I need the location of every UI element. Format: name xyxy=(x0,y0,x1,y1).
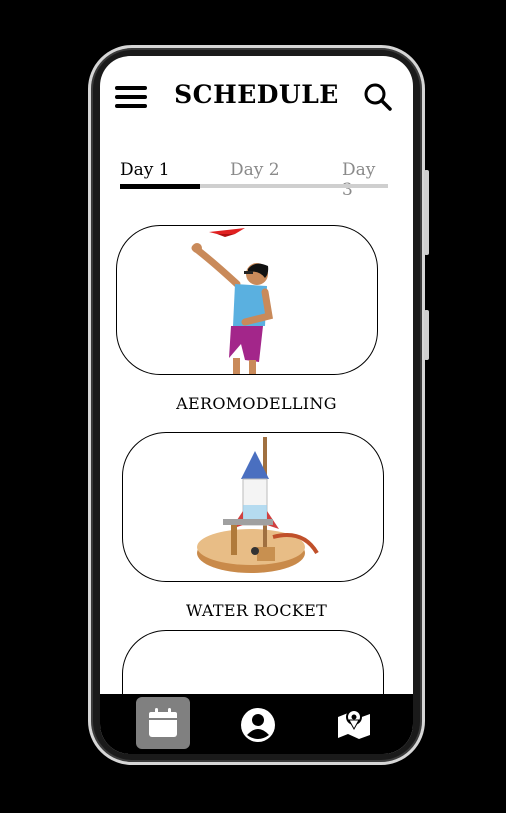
side-button-volume xyxy=(424,170,429,255)
app-screen: SCHEDULE Day 1 Day 2 Day 3 AEROMODELLING… xyxy=(100,56,413,754)
nav-schedule[interactable] xyxy=(136,697,190,749)
search-icon[interactable] xyxy=(363,82,393,112)
tab-day-1[interactable]: Day 1 xyxy=(120,160,170,180)
tab-day-3[interactable]: Day 3 xyxy=(342,160,388,200)
aeromodelling-illustration xyxy=(191,228,273,374)
nav-profile[interactable] xyxy=(229,697,283,749)
side-button-power xyxy=(424,310,429,360)
event-label-water-rocket: WATER ROCKET xyxy=(185,601,328,620)
calendar-icon xyxy=(149,708,177,737)
profile-icon xyxy=(241,708,275,742)
event-card-water-rocket[interactable] xyxy=(122,432,384,582)
nav-map[interactable] xyxy=(326,697,380,749)
tab-day-2[interactable]: Day 2 xyxy=(230,160,280,180)
water-rocket-illustration xyxy=(197,437,319,573)
bottom-nav xyxy=(100,694,413,754)
event-card-aeromodelling[interactable] xyxy=(116,225,378,375)
map-icon xyxy=(338,709,370,739)
day-tabs: Day 1 Day 2 Day 3 xyxy=(120,160,388,200)
tab-active-indicator xyxy=(120,184,200,189)
event-label-aeromodelling: AEROMODELLING xyxy=(176,394,337,413)
